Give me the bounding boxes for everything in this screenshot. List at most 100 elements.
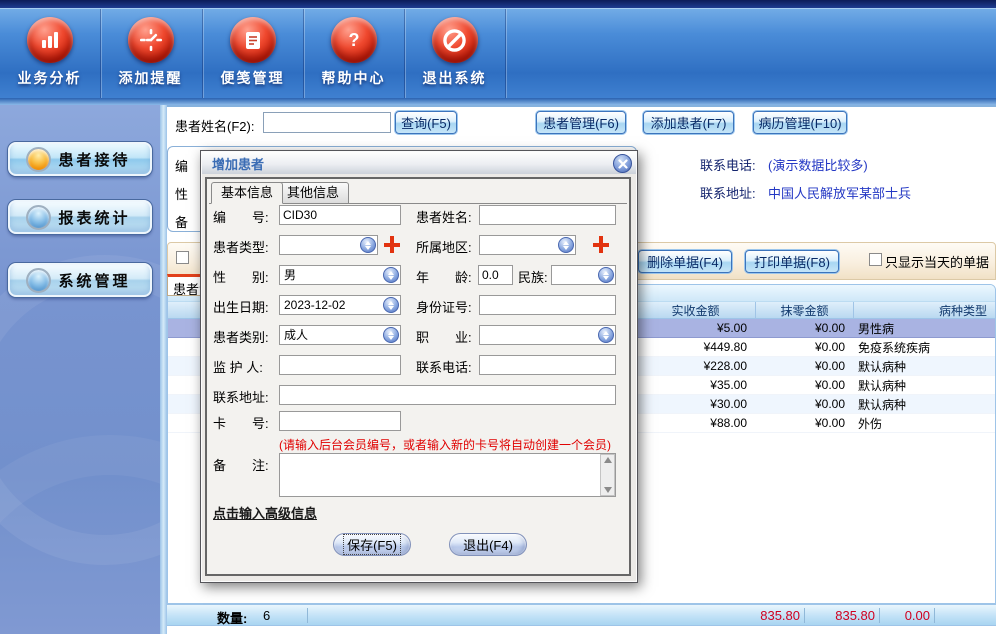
rounding-amount: ¥0.00 bbox=[755, 416, 853, 430]
address-input[interactable] bbox=[279, 385, 616, 405]
gender-select[interactable]: 男 bbox=[279, 265, 401, 285]
tab-basic-info[interactable]: 基本信息 bbox=[211, 182, 283, 204]
scroll-down-icon[interactable] bbox=[604, 487, 612, 493]
disease-type: 免疫系统疾病 bbox=[853, 339, 995, 356]
sidebar-item-system-manage[interactable]: 系统管理 bbox=[8, 263, 152, 297]
number-input[interactable] bbox=[279, 205, 401, 225]
toolbar-item-add-reminder[interactable]: 添加提醒 bbox=[101, 14, 200, 96]
toolbar-item-note-manage[interactable]: 便笺管理 bbox=[203, 14, 302, 96]
partial-field-label: 编 bbox=[175, 156, 188, 175]
dropdown-spinner-icon[interactable] bbox=[383, 327, 399, 343]
print-receipt-button[interactable]: 打印单据(F8) bbox=[745, 250, 839, 273]
record-manage-button[interactable]: 病历管理(F10) bbox=[753, 111, 847, 134]
paid-total: 835.80 bbox=[812, 608, 875, 623]
partial-field-label: 性 bbox=[175, 184, 188, 203]
card-hint-text: (请输入后台会员编号，或者输入新的卡号将自动创建一个会员) bbox=[279, 436, 611, 453]
count-label: 数量: bbox=[217, 608, 247, 627]
main-toolbar: 业务分析 添加提醒 便笺管理 ? 帮助中心 退出系统 bbox=[0, 8, 996, 98]
age-input[interactable] bbox=[478, 265, 513, 285]
rounding-amount: ¥0.00 bbox=[755, 378, 853, 392]
contact-address-label: 联系地址: bbox=[700, 183, 756, 202]
card-number-input[interactable] bbox=[279, 411, 401, 431]
add-patient-type-icon[interactable] bbox=[383, 235, 401, 254]
sidebar-item-label: 系统管理 bbox=[51, 270, 138, 291]
birth-date-select[interactable]: 2023-12-02 bbox=[279, 295, 401, 315]
sidebar: 患者接待 报表统计 系统管理 bbox=[0, 105, 160, 634]
advanced-info-link[interactable]: 点击输入高级信息 bbox=[213, 503, 317, 522]
dropdown-spinner-icon[interactable] bbox=[383, 297, 399, 313]
occupation-select[interactable] bbox=[479, 325, 616, 345]
region-select[interactable] bbox=[479, 235, 576, 255]
ethnic-select[interactable] bbox=[551, 265, 616, 285]
patient-name-label: 患者姓名(F2): bbox=[175, 116, 254, 135]
patient-name-input[interactable] bbox=[263, 112, 391, 133]
partial-field-label: 备 bbox=[175, 212, 188, 231]
patient-name-label: 患者姓名: bbox=[416, 207, 472, 226]
sidebar-item-label: 报表统计 bbox=[51, 207, 138, 228]
sidebar-splitter[interactable] bbox=[160, 105, 167, 634]
title-strip bbox=[0, 0, 996, 8]
dialog-body: 基本信息 其他信息 编 号: 患者姓名: 患者类型: 所属地区: 性 别: bbox=[205, 177, 631, 576]
save-button[interactable]: 保存(F5) bbox=[333, 533, 411, 556]
phone-input[interactable] bbox=[479, 355, 616, 375]
toolbar-item-business-analysis[interactable]: 业务分析 bbox=[0, 14, 99, 96]
guardian-input[interactable] bbox=[279, 355, 401, 375]
received-amount: ¥449.80 bbox=[635, 340, 755, 354]
add-region-icon[interactable] bbox=[592, 235, 610, 254]
toolbar-bottom-edge bbox=[0, 98, 996, 105]
patient-manage-button[interactable]: 患者管理(F6) bbox=[536, 111, 626, 134]
dropdown-spinner-icon[interactable] bbox=[383, 267, 399, 283]
clock-icon bbox=[128, 17, 174, 63]
toolbar-item-label: 退出系统 bbox=[405, 68, 504, 88]
sidebar-item-patient-reception[interactable]: 患者接待 bbox=[8, 142, 152, 176]
received-amount: ¥228.00 bbox=[635, 359, 755, 373]
card-number-label: 卡 号: bbox=[213, 413, 269, 432]
dropdown-spinner-icon[interactable] bbox=[360, 237, 376, 253]
query-button[interactable]: 查询(F5) bbox=[395, 111, 457, 134]
toolbar-item-help-center[interactable]: ? 帮助中心 bbox=[304, 14, 403, 96]
column-header-disease[interactable]: 病种类型 bbox=[853, 302, 995, 319]
exit-button[interactable]: 退出(F4) bbox=[449, 533, 527, 556]
scroll-up-icon[interactable] bbox=[604, 457, 612, 463]
received-total: 835.80 bbox=[722, 608, 800, 623]
patient-name-input[interactable] bbox=[479, 205, 616, 225]
category-select[interactable]: 成人 bbox=[279, 325, 401, 345]
id-card-label: 身份证号: bbox=[416, 297, 472, 316]
bar-chart-icon bbox=[27, 17, 73, 63]
sidebar-item-report-statistics[interactable]: 报表统计 bbox=[8, 200, 152, 234]
today-only-checkbox[interactable] bbox=[869, 253, 882, 266]
dropdown-spinner-icon[interactable] bbox=[558, 237, 574, 253]
remark-textarea[interactable] bbox=[279, 453, 616, 497]
patient-type-select[interactable] bbox=[279, 235, 378, 255]
toolbar-item-exit-system[interactable]: 退出系统 bbox=[405, 14, 504, 96]
phone-label: 联系电话: bbox=[416, 357, 472, 376]
delete-receipt-button[interactable]: 删除单据(F4) bbox=[638, 250, 732, 273]
ethnic-label: 民族: bbox=[518, 267, 548, 286]
remark-label: 备 注: bbox=[213, 455, 269, 474]
remark-scrollbar[interactable] bbox=[600, 454, 615, 496]
received-amount: ¥35.00 bbox=[635, 378, 755, 392]
close-icon[interactable] bbox=[613, 154, 632, 173]
toolbar-item-label: 帮助中心 bbox=[304, 68, 403, 88]
note-icon bbox=[230, 17, 276, 63]
dropdown-spinner-icon[interactable] bbox=[598, 327, 614, 343]
rounding-amount: ¥0.00 bbox=[755, 321, 853, 335]
gender-label: 性 别: bbox=[213, 267, 269, 286]
column-header-received[interactable]: 实收金额 bbox=[635, 302, 755, 319]
toolbar-divider bbox=[505, 9, 506, 99]
stop-icon bbox=[432, 17, 478, 63]
category-label: 患者类别: bbox=[213, 327, 269, 346]
tab-other-info[interactable]: 其他信息 bbox=[277, 182, 349, 204]
contact-address-value: 中国人民解放军某部士兵 bbox=[768, 183, 911, 202]
rounding-amount: ¥0.00 bbox=[755, 397, 853, 411]
column-header-rounding[interactable]: 抹零金额 bbox=[755, 302, 853, 319]
contact-phone-value: (演示数据比较多) bbox=[768, 155, 868, 174]
summary-bar: 数量: 6 835.80 835.80 0.00 bbox=[167, 604, 996, 626]
dropdown-spinner-icon[interactable] bbox=[598, 267, 614, 283]
add-patient-button[interactable]: 添加患者(F7) bbox=[643, 111, 734, 134]
birth-date-label: 出生日期: bbox=[213, 297, 269, 316]
orb-icon bbox=[26, 268, 51, 293]
hidden-checkbox[interactable] bbox=[176, 251, 189, 264]
patient-type-label: 患者类型: bbox=[213, 237, 269, 256]
id-card-input[interactable] bbox=[479, 295, 616, 315]
